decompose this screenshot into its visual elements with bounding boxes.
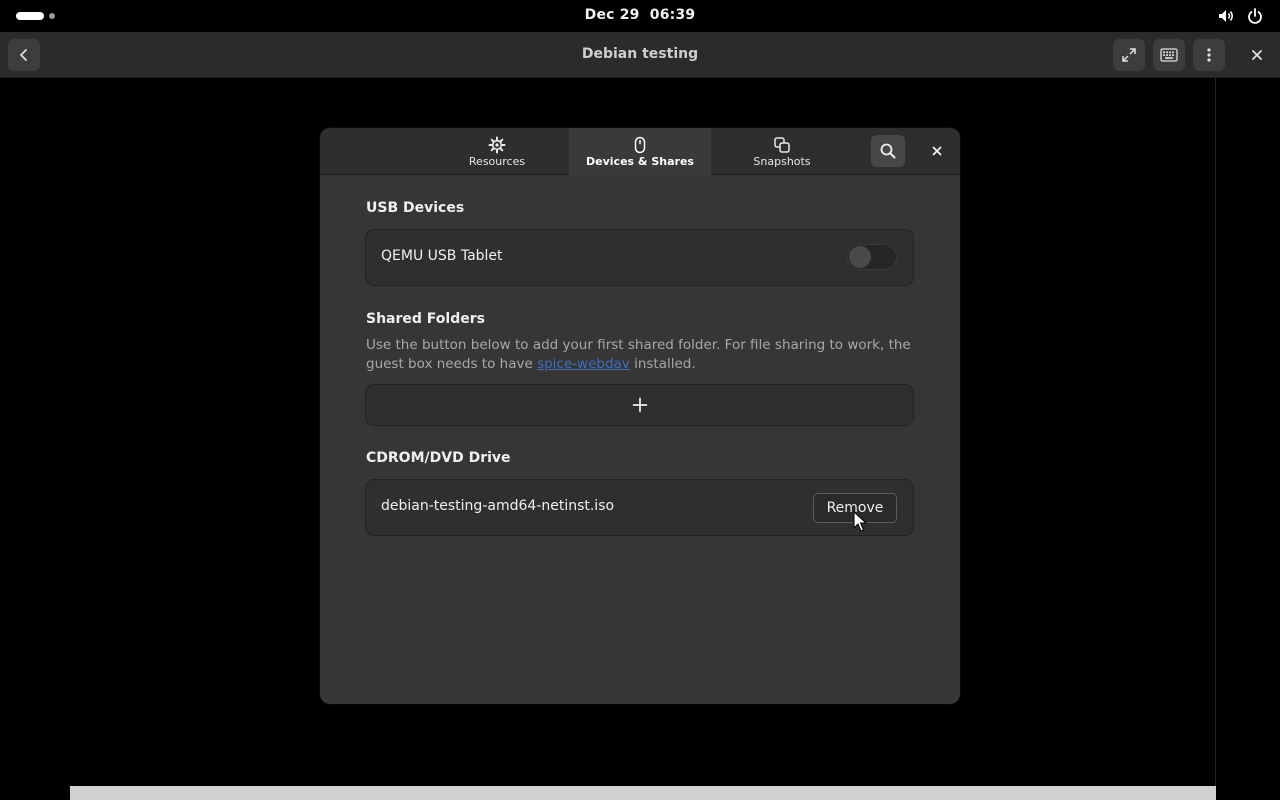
shared-folders-description: Use the button below to add your first s… xyxy=(366,336,913,374)
window-title: Debian testing xyxy=(581,46,699,62)
plus-icon xyxy=(632,397,647,413)
usb-device-name: QEMU USB Tablet xyxy=(381,248,503,264)
close-icon xyxy=(932,146,942,156)
tab-snapshots-label: Snapshots xyxy=(753,154,811,168)
snapshots-icon xyxy=(774,136,790,153)
tab-resources[interactable]: Resources xyxy=(426,128,568,175)
cdrom-heading: CDROM/DVD Drive xyxy=(366,450,511,466)
mouse-pointer-icon xyxy=(853,511,867,532)
fullscreen-button[interactable] xyxy=(1113,39,1145,71)
description-text-end: installed. xyxy=(629,356,696,372)
tab-devices-shares-label: Devices & Shares xyxy=(586,154,694,168)
tab-resources-label: Resources xyxy=(468,154,526,168)
window-headerbar: Debian testing xyxy=(0,32,1280,78)
dialog-header: Resources Devices & Shares Snapshots xyxy=(320,128,960,175)
keyboard-icon xyxy=(1160,48,1178,62)
tab-snapshots[interactable]: Snapshots xyxy=(711,128,853,175)
tab-devices-shares[interactable]: Devices & Shares xyxy=(569,128,711,175)
search-icon xyxy=(880,143,896,159)
window-close-button[interactable] xyxy=(1241,39,1273,71)
dialog-close-button[interactable] xyxy=(922,135,952,167)
vm-display-bottom-strip xyxy=(70,786,1216,800)
search-button[interactable] xyxy=(871,135,905,167)
cdrom-file-name: debian-testing-amd64-netinst.iso xyxy=(381,498,615,514)
cdrom-row: debian-testing-amd64-netinst.iso Remove xyxy=(366,480,913,535)
close-icon xyxy=(1252,50,1262,60)
volume-icon[interactable] xyxy=(1217,7,1235,25)
usb-devices-heading: USB Devices xyxy=(366,200,465,216)
properties-dialog: Resources Devices & Shares Snapshots USB… xyxy=(320,128,960,704)
menu-icon xyxy=(1207,48,1211,62)
fullscreen-icon xyxy=(1122,48,1136,62)
usb-device-row: QEMU USB Tablet xyxy=(366,230,913,285)
shared-folders-heading: Shared Folders xyxy=(366,311,485,327)
mouse-icon xyxy=(634,136,646,153)
add-shared-folder-button[interactable] xyxy=(366,385,913,425)
spice-webdav-link[interactable]: spice-webdav xyxy=(537,356,630,372)
gear-icon xyxy=(488,136,506,153)
top-bar: Dec 29 06:39 xyxy=(0,0,1280,32)
power-icon[interactable] xyxy=(1246,7,1264,25)
clock[interactable]: Dec 29 06:39 xyxy=(0,7,1280,23)
keyboard-button[interactable] xyxy=(1153,39,1185,71)
toggle-knob xyxy=(849,246,871,268)
usb-device-toggle[interactable] xyxy=(847,244,897,270)
menu-button[interactable] xyxy=(1193,39,1225,71)
vm-display-edge xyxy=(1215,78,1216,786)
